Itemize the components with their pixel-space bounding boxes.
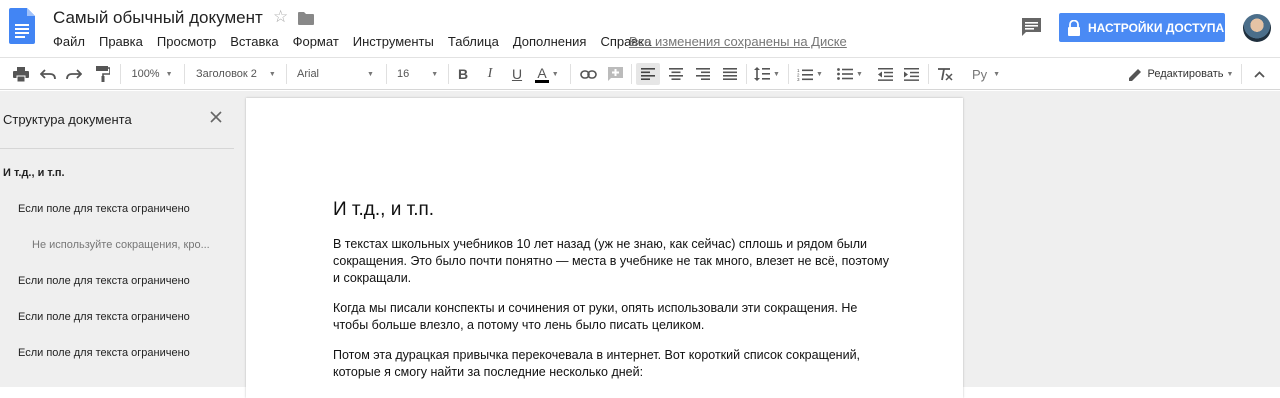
app-header: Самый обычный документ ☆ Файл Правка Про… — [0, 0, 1280, 56]
toolbar-divider — [746, 64, 747, 84]
document-outline-panel: Структура документа И т.д., и т.п. Если … — [0, 91, 236, 387]
share-button-label: НАСТРОЙКИ ДОСТУПА — [1088, 20, 1225, 35]
outline-divider — [0, 148, 234, 149]
comments-icon[interactable] — [1021, 17, 1042, 37]
underline-button[interactable]: U — [507, 63, 527, 85]
svg-text:3: 3 — [797, 77, 800, 81]
document-paragraph[interactable]: Когда мы писали конспекты и сочинения от… — [333, 300, 893, 334]
toolbar-divider — [448, 64, 449, 84]
decrease-indent-icon[interactable] — [874, 63, 896, 85]
toolbar-divider — [570, 64, 571, 84]
align-left-icon[interactable] — [636, 63, 660, 85]
print-icon[interactable] — [10, 63, 32, 85]
zoom-select[interactable]: 100% ▼ — [126, 63, 178, 85]
font-family-value: Arial — [297, 68, 320, 80]
menu-table[interactable]: Таблица — [448, 34, 499, 49]
menu-addons[interactable]: Дополнения — [513, 34, 587, 49]
input-tools-label: Ру — [971, 66, 988, 82]
menu-bar: Файл Правка Просмотр Вставка Формат Инст… — [53, 34, 665, 49]
bold-button[interactable]: B — [453, 63, 473, 85]
chevron-down-icon: ▼ — [431, 70, 439, 78]
outline-item[interactable]: Если поле для текста ограничено — [18, 347, 190, 359]
menu-format[interactable]: Формат — [293, 34, 339, 49]
align-center-icon[interactable] — [664, 63, 688, 85]
document-paragraph[interactable]: Потом эта дурацкая привычка перекочевала… — [333, 347, 893, 381]
pencil-icon — [1128, 68, 1141, 81]
chevron-down-icon: ▼ — [993, 70, 1001, 78]
paragraph-style-value: Заголовок 2 — [196, 68, 257, 80]
undo-icon[interactable] — [37, 63, 59, 85]
outline-title: Структура документа — [3, 112, 132, 127]
star-icon[interactable]: ☆ — [273, 7, 288, 27]
zoom-value: 100% — [131, 68, 160, 80]
line-spacing-icon[interactable]: ▼ — [751, 63, 783, 85]
menu-insert[interactable]: Вставка — [230, 34, 278, 49]
toolbar-divider — [286, 64, 287, 84]
chevron-down-icon: ▼ — [165, 70, 173, 78]
formatting-toolbar: 100% ▼ Заголовок 2 ▼ Arial ▼ 16 ▼ B I U A ▼ ▼ — [0, 57, 1280, 90]
outline-item[interactable]: И т.д., и т.п. — [3, 167, 65, 179]
document-heading[interactable]: И т.д., и т.п. — [333, 199, 434, 221]
toolbar-divider — [184, 64, 185, 84]
toolbar-divider — [120, 64, 121, 84]
font-family-select[interactable]: Arial ▼ — [292, 63, 380, 85]
text-color-button[interactable]: A ▼ — [532, 63, 562, 85]
paint-format-icon[interactable] — [92, 63, 114, 85]
save-status-link[interactable]: Все изменения сохранены на Диске — [629, 34, 847, 49]
menu-view[interactable]: Просмотр — [157, 34, 216, 49]
account-avatar[interactable] — [1243, 14, 1271, 42]
clear-formatting-icon[interactable] — [934, 63, 956, 85]
docs-logo-icon[interactable] — [9, 8, 35, 44]
toolbar-divider — [928, 64, 929, 84]
input-tools-button[interactable]: Ру ▼ — [968, 63, 1004, 85]
insert-comment-icon[interactable] — [604, 63, 626, 85]
outline-item[interactable]: Если поле для текста ограничено — [18, 203, 190, 215]
collapse-toolbar-icon[interactable] — [1248, 63, 1270, 85]
menu-tools[interactable]: Инструменты — [353, 34, 434, 49]
italic-button[interactable]: I — [480, 63, 500, 85]
chevron-down-icon: ▼ — [268, 70, 276, 78]
folder-icon[interactable] — [298, 12, 314, 25]
paragraph-style-select[interactable]: Заголовок 2 ▼ — [190, 63, 280, 85]
chevron-down-icon: ▼ — [1226, 70, 1234, 78]
document-title[interactable]: Самый обычный документ — [53, 8, 263, 28]
toolbar-divider — [386, 64, 387, 84]
menu-file[interactable]: Файл — [53, 34, 85, 49]
document-paragraph[interactable]: В текстах школьных учебников 10 лет наза… — [333, 236, 893, 287]
chevron-down-icon: ▼ — [816, 70, 823, 78]
toolbar-divider — [631, 64, 632, 84]
font-size-select[interactable]: 16 ▼ — [392, 63, 442, 85]
outline-item[interactable]: Если поле для текста ограничено — [18, 275, 190, 287]
close-icon[interactable] — [209, 110, 223, 124]
toolbar-divider — [788, 64, 789, 84]
share-button[interactable]: НАСТРОЙКИ ДОСТУПА — [1059, 13, 1225, 42]
align-right-icon[interactable] — [691, 63, 715, 85]
menu-edit[interactable]: Правка — [99, 34, 143, 49]
chevron-down-icon: ▼ — [773, 70, 780, 78]
font-size-value: 16 — [397, 68, 410, 80]
editing-mode-label: Редактировать — [1147, 68, 1224, 80]
align-justify-icon[interactable] — [718, 63, 742, 85]
document-page[interactable]: И т.д., и т.п. В текстах школьных учебни… — [246, 98, 963, 398]
chevron-down-icon: ▼ — [856, 70, 863, 78]
lock-icon — [1068, 19, 1080, 36]
outline-item[interactable]: Если поле для текста ограничено — [18, 311, 190, 323]
chevron-down-icon: ▼ — [367, 70, 374, 78]
toolbar-divider — [1241, 64, 1242, 84]
chevron-down-icon: ▼ — [551, 70, 559, 78]
editing-mode-select[interactable]: Редактировать ▼ — [1126, 63, 1236, 85]
bulleted-list-icon[interactable]: ▼ — [834, 63, 866, 85]
increase-indent-icon[interactable] — [900, 63, 922, 85]
link-icon[interactable] — [577, 63, 599, 85]
redo-icon[interactable] — [63, 63, 85, 85]
outline-item[interactable]: Не используйте сокращения, кро... — [32, 239, 210, 251]
text-color-label: A — [535, 64, 549, 83]
numbered-list-icon[interactable]: 123 ▼ — [794, 63, 826, 85]
